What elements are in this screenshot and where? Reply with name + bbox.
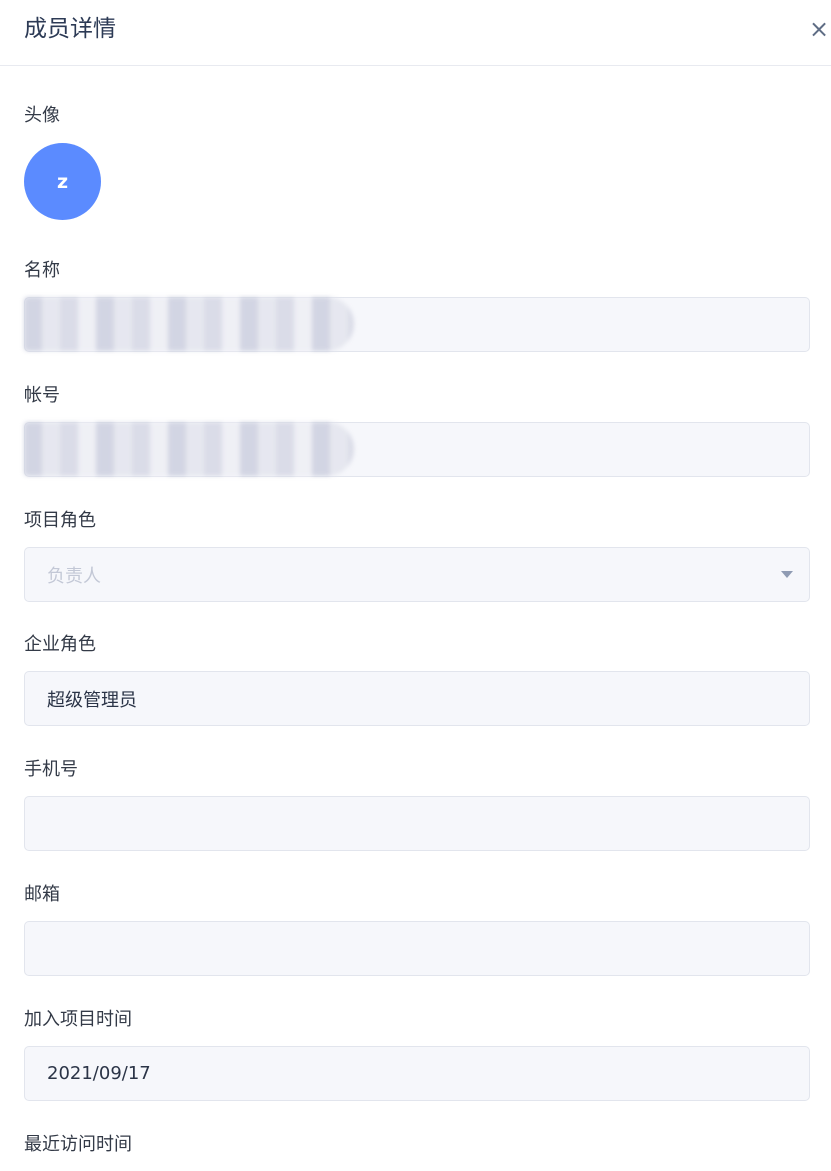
project-role-label: 项目角色	[24, 510, 96, 531]
enterprise-role-label: 企业角色	[24, 634, 96, 655]
name-label: 名称	[24, 260, 60, 281]
phone-label: 手机号	[24, 759, 78, 780]
dialog-title: 成员详情	[24, 16, 116, 42]
project-role-select[interactable]: 负责人	[24, 547, 810, 602]
chevron-down-icon	[781, 571, 793, 578]
email-label: 邮箱	[24, 884, 60, 905]
dialog-header: 成员详情 ×	[0, 0, 831, 66]
close-icon[interactable]: ×	[808, 17, 830, 41]
enterprise-role-field[interactable]: 超级管理员	[24, 671, 810, 726]
join-time-label: 加入项目时间	[24, 1009, 132, 1030]
project-role-value: 负责人	[47, 565, 101, 587]
account-label: 帐号	[24, 385, 60, 406]
avatar: z	[24, 143, 101, 220]
account-redaction	[24, 422, 354, 476]
last-visit-label: 最近访问时间	[24, 1134, 132, 1155]
name-redaction	[24, 297, 354, 351]
avatar-label: 头像	[24, 105, 60, 126]
phone-field[interactable]	[24, 796, 810, 851]
email-field[interactable]	[24, 921, 810, 976]
join-time-field[interactable]: 2021/09/17	[24, 1046, 810, 1101]
